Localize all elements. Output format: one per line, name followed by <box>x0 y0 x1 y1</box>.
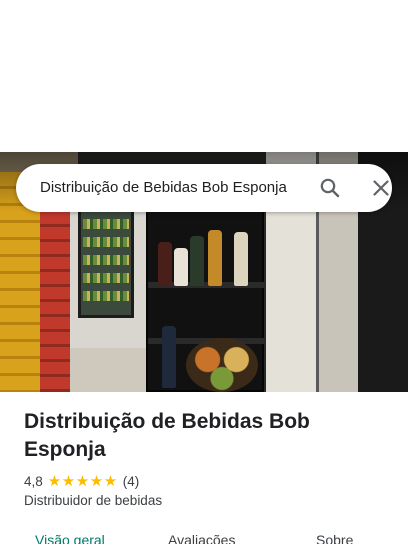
rating-row[interactable]: 4,8 ★ ★ ★ ★ ★ (4) <box>24 472 139 490</box>
soda-crates <box>40 212 74 392</box>
search-icon[interactable] <box>318 176 342 200</box>
rating-value: 4,8 <box>24 473 43 489</box>
tab-reviews[interactable]: Avaliações <box>168 532 235 544</box>
star-icon: ★ <box>61 472 76 490</box>
tab-about[interactable]: Sobre <box>316 532 353 544</box>
star-icon: ★ <box>75 472 90 490</box>
place-details-page: Distribuição de Bebidas Bob Esponja Dist… <box>0 0 408 544</box>
place-title: Distribuição de Bebidas Bob Esponja <box>24 410 310 461</box>
review-count[interactable]: (4) <box>123 474 140 489</box>
drinks-fridge <box>78 208 134 318</box>
star-icon: ★ <box>47 472 62 490</box>
star-icon: ★ <box>89 472 104 490</box>
tab-overview[interactable]: Visão geral <box>35 532 105 544</box>
snack-tray <box>186 338 258 392</box>
star-icon: ★ <box>103 472 118 490</box>
tab-bar: Visão geral Avaliações Sobre <box>0 530 408 544</box>
place-category[interactable]: Distribuidor de bebidas <box>24 493 162 508</box>
search-input[interactable]: Distribuição de Bebidas Bob Esponja <box>40 164 302 212</box>
search-bar[interactable]: Distribuição de Bebidas Bob Esponja <box>16 164 392 212</box>
close-icon[interactable] <box>369 176 393 200</box>
map-area[interactable] <box>0 0 408 152</box>
star-rating: ★ ★ ★ ★ ★ <box>48 474 118 489</box>
